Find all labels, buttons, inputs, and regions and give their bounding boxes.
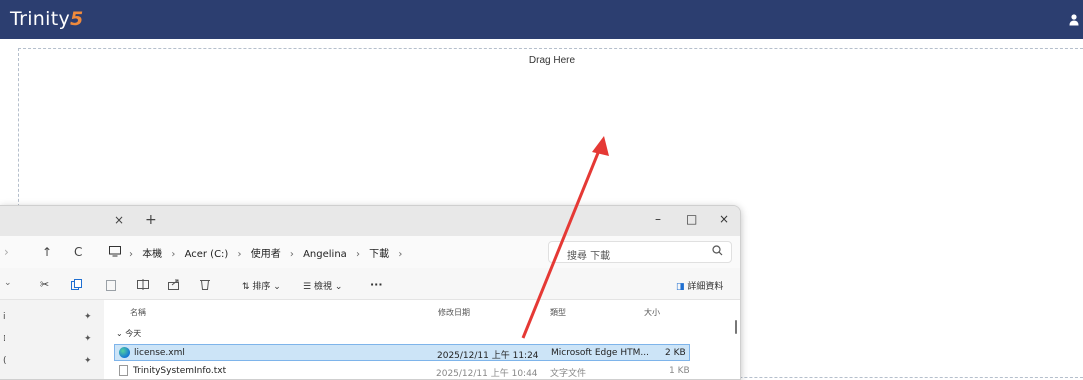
refresh-icon[interactable]: C bbox=[74, 245, 82, 259]
share-icon[interactable] bbox=[168, 279, 180, 290]
delete-icon[interactable] bbox=[200, 278, 210, 290]
view-button[interactable]: ☰ 檢視 ⌄ bbox=[303, 279, 342, 292]
maximize-button[interactable]: □ bbox=[686, 212, 697, 226]
breadcrumb-sep: › bbox=[289, 249, 294, 260]
file-size: 1 KB bbox=[669, 366, 690, 376]
chevron-down-icon: ⌄ bbox=[331, 282, 343, 292]
address-row: › ↑ C › 本機 › Acer (C:) › 使用者 › Angelina … bbox=[0, 236, 740, 268]
drop-zone-label: Drag Here bbox=[528, 55, 576, 66]
group-header-today[interactable]: ⌄ 今天 bbox=[116, 328, 141, 339]
details-pane-icon: ◨ bbox=[676, 282, 688, 292]
search-input[interactable]: 搜尋 下載 bbox=[548, 241, 732, 263]
top-bar: Trinity5 bbox=[0, 0, 1083, 39]
chevron-down-icon: ⌄ bbox=[116, 329, 126, 338]
file-name: license.xml bbox=[134, 348, 185, 358]
column-header-name[interactable]: 名稱 bbox=[130, 307, 146, 318]
sort-label: 排序 bbox=[252, 282, 271, 292]
file-name: TrinitySystemInfo.txt bbox=[133, 366, 227, 376]
details-pane-button[interactable]: ◨ 詳細資料 bbox=[676, 279, 723, 292]
file-type: Microsoft Edge HTM... bbox=[551, 348, 649, 358]
file-row[interactable]: TrinitySystemInfo.txt 2025/12/11 上午 10:4… bbox=[114, 363, 690, 379]
computer-icon bbox=[109, 246, 121, 257]
search-icon bbox=[712, 245, 723, 256]
breadcrumb-sep: › bbox=[237, 249, 242, 260]
command-bar: ⌄ ✂ ⇅ 排序 ⌄ ☰ 檢視 ⌄ ··· ◨ 詳細資料 bbox=[0, 268, 740, 300]
file-explorer-window[interactable]: × + – □ × › ↑ C › 本機 › Acer (C:) › 使用者 ›… bbox=[0, 205, 741, 380]
new-tab-button[interactable]: + bbox=[145, 212, 157, 228]
sort-icon: ⇅ bbox=[242, 282, 253, 292]
breadcrumb-item[interactable]: 下載 bbox=[369, 249, 389, 260]
breadcrumb: › 本機 › Acer (C:) › 使用者 › Angelina › 下載 › bbox=[129, 245, 408, 260]
app-logo[interactable]: Trinity5 bbox=[10, 8, 84, 30]
file-list: 名稱 修改日期 類型 大小 ⌄ 今天 license.xml 2025/12/1… bbox=[104, 300, 740, 379]
logo-number: 5 bbox=[70, 8, 84, 30]
rename-icon[interactable] bbox=[137, 279, 149, 290]
pin-icon: ✦ bbox=[84, 334, 92, 344]
close-window-button[interactable]: × bbox=[719, 212, 729, 226]
forward-icon[interactable]: › bbox=[4, 245, 9, 259]
column-header-modified[interactable]: 修改日期 bbox=[438, 307, 470, 318]
chevron-down-icon[interactable]: ⌄ bbox=[4, 278, 12, 288]
search-placeholder: 搜尋 下載 bbox=[567, 251, 611, 262]
copy-icon[interactable] bbox=[71, 279, 82, 290]
breadcrumb-item[interactable]: 本機 bbox=[142, 249, 162, 260]
sort-button[interactable]: ⇅ 排序 ⌄ bbox=[242, 279, 281, 292]
breadcrumb-sep: › bbox=[129, 249, 133, 260]
cut-icon[interactable]: ✂ bbox=[40, 278, 49, 291]
minimize-button[interactable]: – bbox=[655, 212, 661, 226]
navigation-pane: i ✦ ⁞ ✦ ( ✦ bbox=[0, 300, 104, 379]
user-icon[interactable] bbox=[1069, 13, 1079, 26]
pin-icon: ✦ bbox=[84, 356, 92, 366]
chevron-down-icon: ⌄ bbox=[270, 282, 281, 292]
file-modified: 2025/12/11 上午 11:24 bbox=[437, 351, 539, 361]
column-header-size[interactable]: 大小 bbox=[644, 307, 660, 318]
group-label: 今天 bbox=[125, 329, 142, 338]
nav-item-cut[interactable]: ( bbox=[3, 356, 7, 366]
breadcrumb-item[interactable]: 使用者 bbox=[251, 249, 281, 260]
file-row[interactable]: license.xml 2025/12/11 上午 11:24 Microsof… bbox=[114, 344, 690, 361]
breadcrumb-sep: › bbox=[171, 249, 176, 260]
file-size: 2 KB bbox=[665, 348, 686, 358]
tab-close-button[interactable]: × bbox=[114, 213, 124, 227]
breadcrumb-sep: › bbox=[398, 249, 403, 260]
paste-icon[interactable] bbox=[106, 279, 116, 291]
breadcrumb-sep: › bbox=[355, 249, 360, 260]
pin-icon: ✦ bbox=[84, 312, 92, 322]
logo-text: Trinity bbox=[10, 8, 71, 30]
edge-icon bbox=[119, 347, 130, 358]
breadcrumb-item[interactable]: Angelina bbox=[303, 249, 347, 260]
text-file-icon bbox=[119, 365, 128, 376]
scrollbar-thumb[interactable] bbox=[735, 320, 737, 334]
explorer-title-bar: × + – □ × bbox=[0, 206, 740, 236]
nav-item-cut[interactable]: i bbox=[3, 312, 6, 322]
view-icon: ☰ bbox=[303, 282, 314, 292]
breadcrumb-item[interactable]: Acer (C:) bbox=[185, 249, 229, 260]
column-header-type[interactable]: 類型 bbox=[550, 307, 566, 318]
nav-item-cut[interactable]: ⁞ bbox=[3, 334, 6, 344]
up-icon[interactable]: ↑ bbox=[42, 245, 52, 259]
view-label: 檢視 bbox=[313, 282, 332, 292]
details-label: 詳細資料 bbox=[687, 282, 724, 292]
more-options-button[interactable]: ··· bbox=[370, 278, 383, 291]
